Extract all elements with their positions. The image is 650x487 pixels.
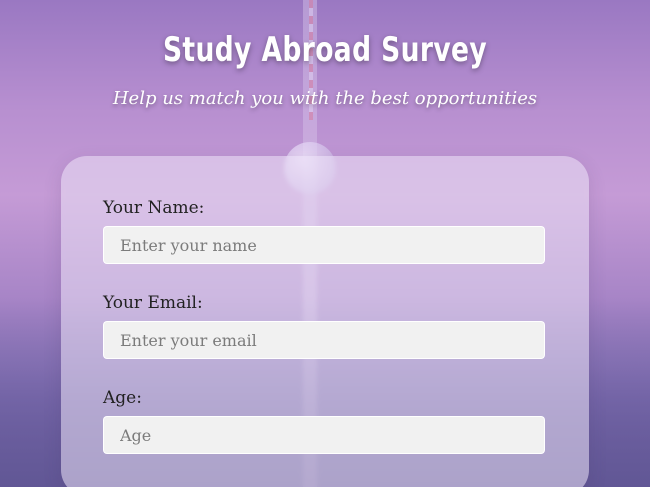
email-field-group: Your Email:	[103, 293, 545, 359]
email-label: Your Email:	[103, 293, 203, 313]
name-label: Your Name:	[103, 198, 205, 218]
name-input[interactable]	[103, 226, 545, 264]
age-input[interactable]	[103, 416, 545, 454]
age-label: Age:	[103, 388, 142, 408]
survey-header: Study Abroad Survey Help us match you wi…	[0, 30, 650, 109]
email-input[interactable]	[103, 321, 545, 359]
age-field-group: Age:	[103, 388, 545, 454]
page-title: Study Abroad Survey	[162, 30, 488, 70]
page-subtitle: Help us match you with the best opportun…	[112, 88, 538, 109]
name-field-group: Your Name:	[103, 198, 545, 264]
survey-form-card: Your Name: Your Email: Age:	[61, 156, 589, 487]
